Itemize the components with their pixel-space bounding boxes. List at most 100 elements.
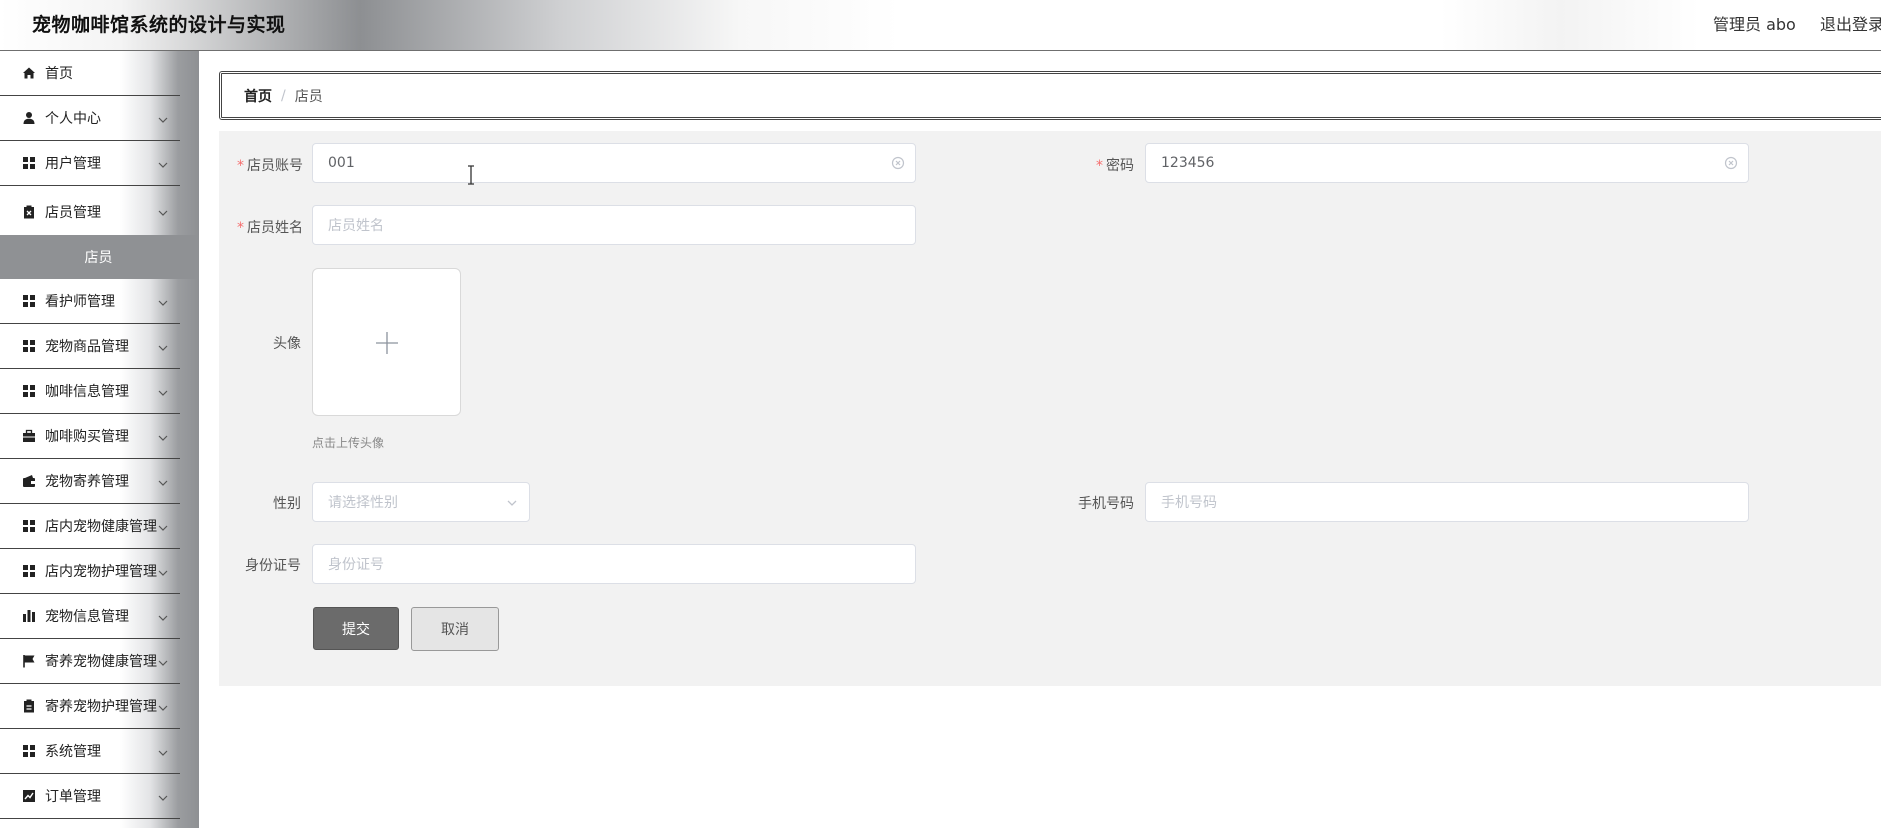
sidebar-item-label: 寄养宠物健康管理 xyxy=(45,654,157,670)
gender-placeholder: 请选择性别 xyxy=(328,495,398,511)
briefcase-icon xyxy=(22,429,36,443)
sidebar-item[interactable]: 宠物信息管理 xyxy=(0,594,180,639)
sidebar-item-label: 宠物商品管理 xyxy=(45,339,129,355)
name-input[interactable]: 店员姓名 xyxy=(312,205,916,245)
sidebar-item-label: 系统管理 xyxy=(45,744,101,760)
account-label: * 店员账号 xyxy=(237,158,303,174)
current-user: 管理员 abo xyxy=(1713,15,1796,34)
sidebar-item-label: 店内宠物护理管理 xyxy=(45,564,157,580)
sidebar-item[interactable]: 咖啡信息管理 xyxy=(0,369,180,414)
sidebar-item[interactable]: 咖啡购买管理 xyxy=(0,414,180,459)
chevron-down-icon xyxy=(157,429,169,441)
sidebar-item[interactable]: 寄养宠物护理管理 xyxy=(0,684,180,729)
breadcrumb: 首页 / 店员 xyxy=(219,71,1881,120)
chevron-down-icon xyxy=(157,156,169,168)
password-input[interactable]: 123456 xyxy=(1145,143,1749,183)
sidebar-item-label: 店员管理 xyxy=(45,205,101,221)
idcard-label: 身份证号 xyxy=(245,558,301,574)
sidebar-item-label: 用户管理 xyxy=(45,156,101,172)
sidebar-item-label: 咖啡信息管理 xyxy=(45,384,129,400)
sidebar-subitem-staff[interactable]: 店员 xyxy=(0,235,199,279)
phone-placeholder: 手机号码 xyxy=(1161,495,1217,511)
cancel-button[interactable]: 取消 xyxy=(411,607,499,651)
grid-icon xyxy=(22,744,36,758)
grid-icon xyxy=(22,519,36,533)
sidebar-item-label: 宠物信息管理 xyxy=(45,609,129,625)
breadcrumb-current: 店员 xyxy=(294,88,323,105)
grid-icon xyxy=(22,339,36,353)
bar-chart-icon xyxy=(22,609,36,623)
breadcrumb-separator: / xyxy=(281,87,286,104)
required-mark: * xyxy=(237,158,244,174)
wallet-icon xyxy=(22,474,36,488)
chevron-down-icon xyxy=(157,654,169,666)
password-value: 123456 xyxy=(1161,155,1215,171)
clipboard-icon xyxy=(22,699,36,713)
sidebar-item[interactable]: 店内宠物护理管理 xyxy=(0,549,180,594)
sidebar-item-label: 咖啡购买管理 xyxy=(45,429,129,445)
sidebar-item-label: 订单管理 xyxy=(45,789,101,805)
flag-icon xyxy=(22,654,36,668)
phone-label: 手机号码 xyxy=(1078,496,1134,512)
chevron-down-icon xyxy=(157,789,169,801)
sidebar-item-label: 首页 xyxy=(45,66,73,82)
sidebar-item[interactable]: 个人中心 xyxy=(0,96,180,141)
account-value: 001 xyxy=(328,155,355,171)
password-label: * 密码 xyxy=(1096,158,1134,174)
chevron-down-icon xyxy=(157,609,169,621)
clear-icon[interactable] xyxy=(1724,156,1738,170)
line-chart-icon xyxy=(22,789,36,803)
sidebar-item[interactable]: 看护师管理 xyxy=(0,279,180,324)
clipboard-x-icon xyxy=(22,205,36,219)
sidebar-item[interactable]: 首页 xyxy=(0,51,180,96)
avatar-label: 头像 xyxy=(273,336,301,352)
sidebar-item[interactable]: 店内宠物健康管理 xyxy=(0,504,180,549)
chevron-down-icon xyxy=(157,339,169,351)
account-input[interactable]: 001 xyxy=(312,143,916,183)
chevron-down-icon xyxy=(157,564,169,576)
sidebar-item-label: 看护师管理 xyxy=(45,294,115,310)
required-mark: * xyxy=(1096,158,1103,174)
sidebar-item[interactable]: 用户管理 xyxy=(0,141,180,186)
sidebar-item-label: 宠物寄养管理 xyxy=(45,474,129,490)
phone-input[interactable]: 手机号码 xyxy=(1145,482,1749,522)
avatar-upload[interactable] xyxy=(312,268,461,416)
chevron-down-icon xyxy=(157,111,169,123)
submit-button[interactable]: 提交 xyxy=(313,607,399,650)
name-placeholder: 店员姓名 xyxy=(328,218,384,234)
grid-icon xyxy=(22,564,36,578)
chevron-down-icon xyxy=(157,294,169,306)
name-label: * 店员姓名 xyxy=(237,220,303,236)
sidebar-item-label: 寄养宠物护理管理 xyxy=(45,699,157,715)
gender-label: 性别 xyxy=(273,496,301,512)
sidebar-item-label: 个人中心 xyxy=(45,111,101,127)
user-icon xyxy=(22,111,36,125)
breadcrumb-home[interactable]: 首页 xyxy=(244,86,272,106)
home-icon xyxy=(22,66,36,80)
chevron-down-icon xyxy=(157,384,169,396)
required-mark: * xyxy=(237,220,244,236)
idcard-input[interactable]: 身份证号 xyxy=(312,544,916,584)
clear-icon[interactable] xyxy=(891,156,905,170)
sidebar-item[interactable]: 订单管理 xyxy=(0,774,180,819)
grid-icon xyxy=(22,294,36,308)
sidebar-item[interactable]: 宠物寄养管理 xyxy=(0,459,180,504)
gender-select[interactable]: 请选择性别 xyxy=(312,482,530,522)
sidebar-item[interactable]: 寄养宠物健康管理 xyxy=(0,639,180,684)
sidebar-item[interactable]: 店员管理 xyxy=(0,189,180,236)
idcard-placeholder: 身份证号 xyxy=(328,557,384,573)
text-cursor-icon xyxy=(468,165,474,185)
sidebar-item[interactable]: 系统管理 xyxy=(0,729,180,774)
top-header: 宠物咖啡馆系统的设计与实现 管理员 abo 退出登录 xyxy=(0,0,1881,51)
grid-icon xyxy=(22,384,36,398)
chevron-down-icon xyxy=(507,500,517,506)
sidebar-item[interactable]: 宠物商品管理 xyxy=(0,324,180,369)
chevron-down-icon xyxy=(157,699,169,711)
upload-tip: 点击上传头像 xyxy=(312,436,385,450)
sidebar-subitem-label: 店员 xyxy=(84,250,113,266)
chevron-down-icon xyxy=(157,744,169,756)
logout-link[interactable]: 退出登录 xyxy=(1820,11,1881,35)
sidebar-item-label: 店内宠物健康管理 xyxy=(45,519,157,535)
chevron-down-icon xyxy=(157,519,169,531)
grid-icon xyxy=(22,156,36,170)
